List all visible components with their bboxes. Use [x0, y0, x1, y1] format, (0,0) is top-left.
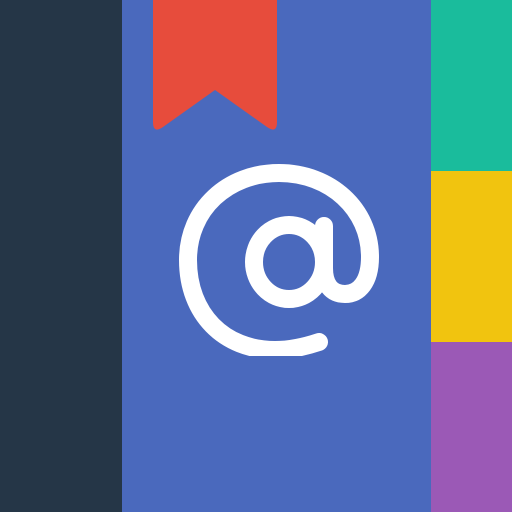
index-tab-green [431, 0, 512, 171]
bookmark-ribbon-icon [153, 0, 277, 134]
book-spine [0, 0, 122, 512]
index-tab-yellow [431, 171, 512, 342]
index-tab-purple [431, 342, 512, 512]
app-icon [0, 0, 512, 512]
at-sign-icon [179, 164, 379, 356]
